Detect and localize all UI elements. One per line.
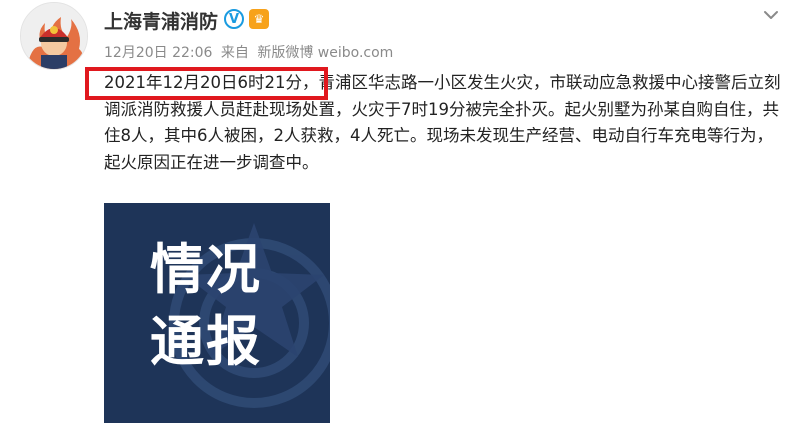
source-prefix: 来自 (220, 45, 249, 61)
card-title-line-2: 通报 (150, 309, 262, 373)
card-title-line-1: 情况 (150, 237, 262, 301)
avatar[interactable] (20, 2, 88, 70)
chevron-down-icon[interactable] (760, 4, 782, 26)
crown-badge-icon: ♛ (249, 9, 269, 29)
verified-v-icon: V (224, 9, 244, 29)
post-date[interactable]: 12月20日 22:06 (104, 45, 212, 61)
post-meta: 12月20日 22:06 来自 新版微博 weibo.com (104, 42, 397, 62)
firefighter-avatar-icon (21, 3, 87, 69)
post-image-card[interactable]: 情况 通报 (104, 203, 330, 423)
highlight-annotation-box (85, 67, 328, 100)
post-source[interactable]: 新版微博 weibo.com (257, 45, 393, 61)
account-name[interactable]: 上海青浦消防 (104, 7, 218, 34)
